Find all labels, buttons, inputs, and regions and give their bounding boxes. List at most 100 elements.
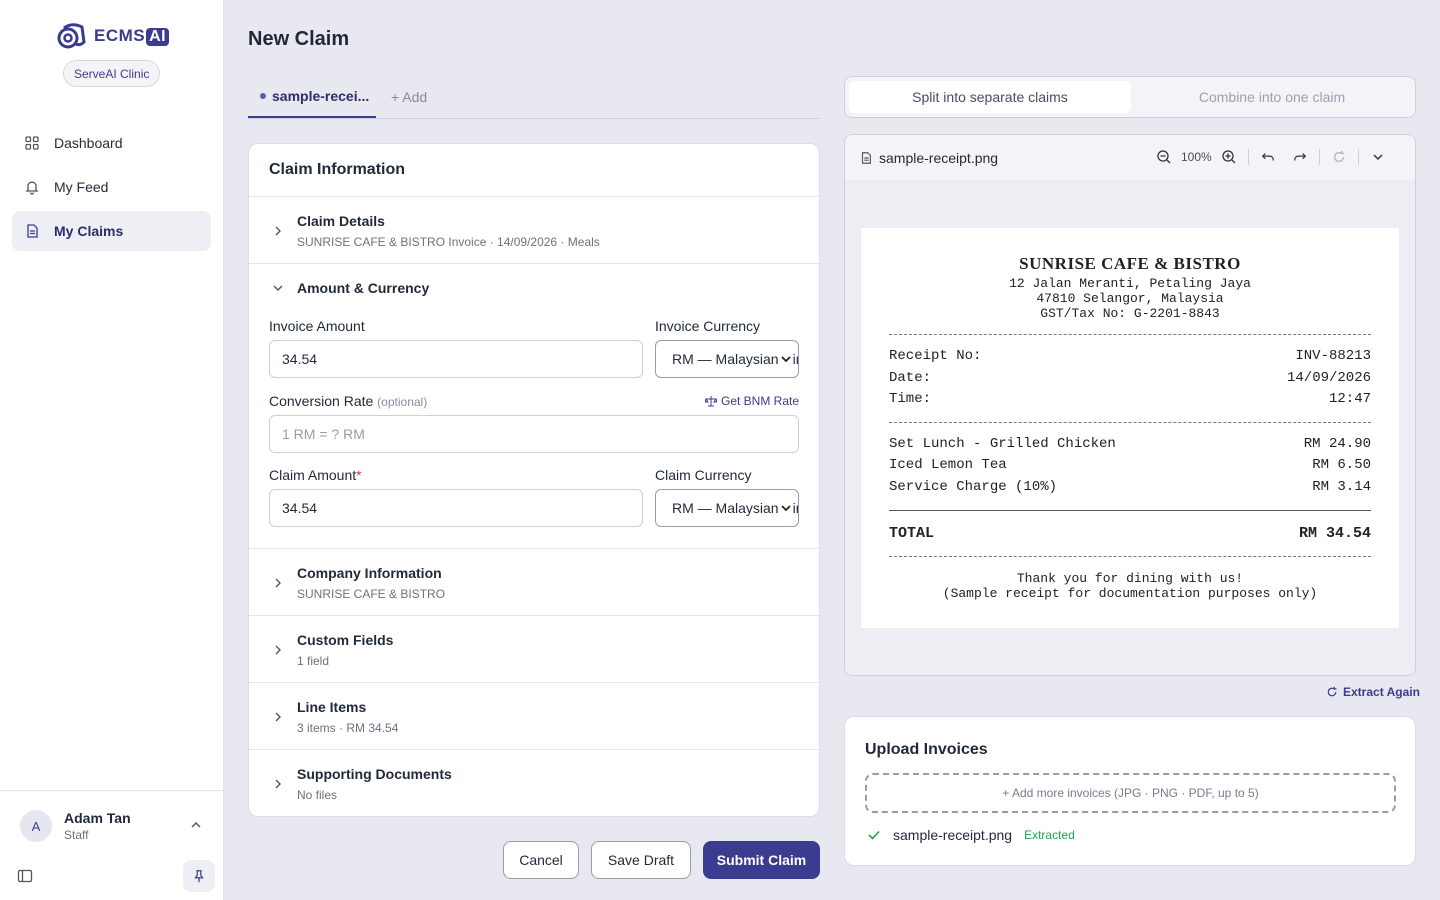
sidebar-item-label: Dashboard [54,135,123,151]
upload-invoices-card: Upload Invoices + Add more invoices (JPG… [844,716,1416,866]
chevron-right-icon [275,645,281,655]
section-title: Line Items [297,699,367,715]
file-icon [861,151,871,164]
viewer-filename: sample-receipt.png [879,149,999,166]
receipt-item-row: Service Charge (10%) RM 3.14 [889,479,1371,495]
receipt-tax-number: GST/Tax No: G-2201-8843 [1040,306,1220,321]
section-title[interactable]: Amount & Currency [297,280,429,296]
toolbar-divider [1357,149,1359,165]
claim-mode-toggle: Split into separate claims Combine into … [844,76,1416,118]
sidebar-item-my-feed[interactable]: My Feed [12,167,211,207]
receipt-item-row: Set Lunch - Grilled Chicken RM 24.90 [889,436,1371,452]
viewer-toolbar: sample-receipt.png 100% [845,135,1415,180]
chevron-right-icon [275,779,281,789]
check-icon [868,830,880,840]
receipt-meta-row: Receipt No: INV-88213 [889,348,1371,364]
zoom-level: 100% [1181,150,1212,164]
extract-again-button[interactable]: Extract Again [1326,685,1420,699]
document-icon [27,224,38,238]
brand-name: ECMS AI [94,26,170,46]
zoom-in-icon[interactable] [1220,148,1238,166]
chevron-down-icon[interactable] [271,281,285,295]
chevron-down-icon [780,353,792,365]
cancel-button[interactable]: Cancel [503,841,579,879]
pin-icon [194,870,204,883]
user-role: Staff [64,828,89,842]
claim-amount-label: Claim Amount* [269,467,362,483]
section-title: Company Information [297,565,442,581]
zoom-out-icon[interactable] [1155,148,1173,166]
user-name: Adam Tan [64,810,131,826]
card-title: Claim Information [249,144,819,197]
section-summary: SUNRISE CAFE & BISTRO Invoice · 14/09/20… [297,235,600,249]
rotate-right-icon[interactable] [1291,148,1309,166]
brand-logo[interactable]: ECMS AI [56,22,170,50]
combine-claim-option[interactable]: Combine into one claim [1131,81,1413,113]
tab-sample-receipt[interactable]: sample-recei... [248,76,376,118]
receipt-divider [889,334,1371,335]
invoice-amount-label: Invoice Amount [269,318,365,334]
sidebar-divider [0,790,223,791]
sidebar-toggle-icon[interactable] [17,868,33,884]
receipt-divider [889,556,1371,557]
invoice-currency-select[interactable]: RM — Malaysian Ringgit [655,340,799,378]
invoice-currency-label: Invoice Currency [655,318,761,334]
section-claim-details[interactable]: Claim Details SUNRISE CAFE & BISTRO Invo… [249,197,819,264]
invoice-tabs: sample-recei... + Add [248,76,820,119]
section-title: Claim Details [297,213,385,229]
submit-claim-button[interactable]: Submit Claim [703,841,820,879]
page-title: New Claim [248,28,350,50]
sidebar-item-label: My Feed [54,179,109,195]
claim-amount-input[interactable]: 34.54 [269,489,643,527]
save-draft-button[interactable]: Save Draft [591,841,691,879]
section-title: Supporting Documents [297,766,452,782]
grid-icon [25,136,39,150]
split-claims-option[interactable]: Split into separate claims [849,81,1131,113]
sidebar: ECMS AI ServeAI Clinic Dashboard My Feed … [0,0,224,900]
scale-icon [705,396,717,407]
claim-currency-select[interactable]: RM — Malaysian Ringgit [655,489,799,527]
upload-dropzone[interactable]: + Add more invoices (JPG · PNG · PDF, up… [865,773,1396,813]
section-line-items[interactable]: Line Items 3 items · RM 34.54 [249,683,819,750]
section-summary: 1 field [297,654,330,668]
pin-button[interactable] [183,860,215,892]
section-summary: SUNRISE CAFE & BISTRO [297,587,446,601]
receipt-item-row: Iced Lemon Tea RM 6.50 [889,457,1371,473]
receipt-address-2: 47810 Selangor, Malaysia [1036,291,1224,306]
reset-icon[interactable] [1330,148,1348,166]
section-supporting-documents[interactable]: Supporting Documents No files [249,750,819,816]
conversion-rate-input[interactable]: 1 RM = ? RM [269,415,799,453]
chevron-down-icon [780,502,792,514]
bell-icon [25,181,39,195]
conversion-rate-label: Conversion Rate (optional) [269,393,428,409]
section-custom-fields[interactable]: Custom Fields 1 field [249,616,819,683]
rotate-left-icon[interactable] [1259,148,1277,166]
toolbar-divider [1247,149,1249,165]
toolbar-divider [1318,149,1320,165]
section-amount-currency: Amount & Currency Invoice Amount 34.54 I… [249,264,819,549]
sidebar-item-my-claims[interactable]: My Claims [12,211,211,251]
chevron-down-icon[interactable] [1369,148,1387,166]
chevron-right-icon [275,226,281,236]
user-menu[interactable]: A Adam Tan Staff [20,810,131,842]
chevron-up-icon[interactable] [188,817,204,833]
receipt-image: SUNRISE CAFE & BISTRO 12 Jalan Meranti, … [861,228,1399,628]
receipt-meta-row: Time: 12:47 [889,391,1371,407]
invoice-amount-input[interactable]: 34.54 [269,340,643,378]
tab-status-dot [260,93,266,99]
chevron-right-icon [275,578,281,588]
claim-currency-label: Claim Currency [655,467,752,483]
section-company-information[interactable]: Company Information SUNRISE CAFE & BISTR… [249,549,819,616]
viewer-tools: 100% [1155,148,1387,166]
org-badge[interactable]: ServeAI Clinic [63,60,161,87]
chevron-right-icon [275,712,281,722]
tab-add[interactable]: + Add [391,76,427,118]
sidebar-item-dashboard[interactable]: Dashboard [12,123,211,163]
receipt-merchant: SUNRISE CAFE & BISTRO [1019,254,1241,273]
get-bnm-rate-link[interactable]: Get BNM Rate [705,394,799,408]
receipt-divider [889,422,1371,423]
sidebar-item-label: My Claims [54,223,124,239]
extraction-status: Extracted [1024,828,1075,842]
receipt-divider [889,510,1371,511]
receipt-total-row: TOTAL RM 34.54 [889,525,1371,542]
